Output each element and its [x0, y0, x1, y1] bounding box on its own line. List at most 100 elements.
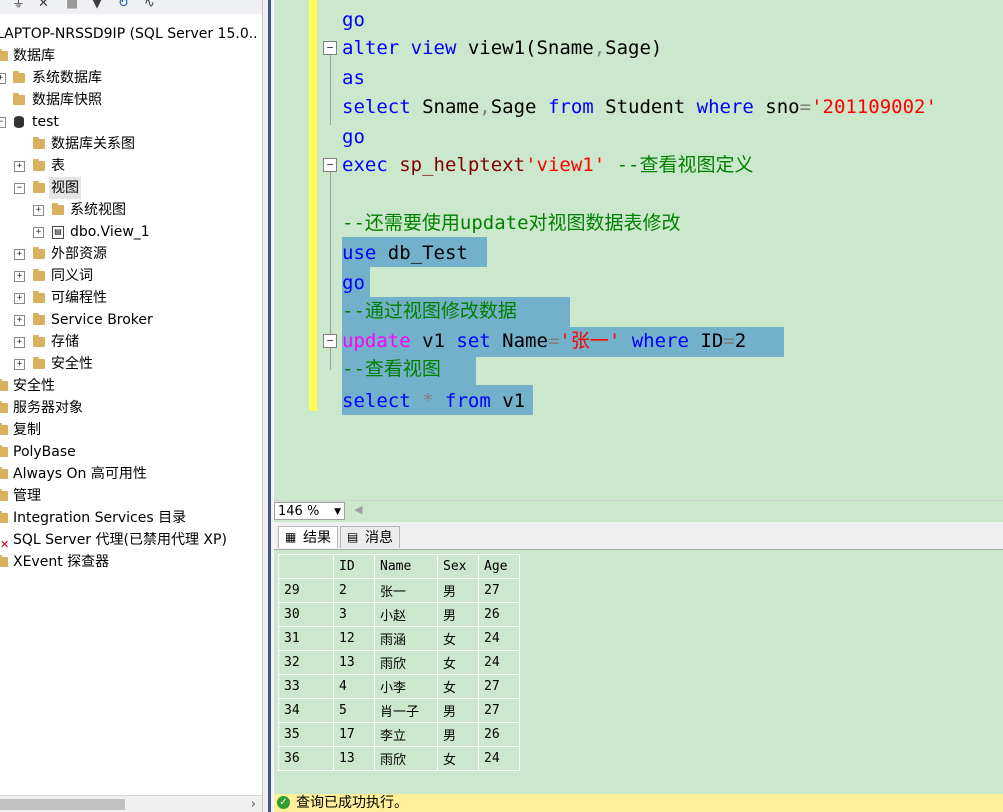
disconnect-icon[interactable]: ✕ — [38, 0, 49, 11]
code-line[interactable]: go — [342, 122, 365, 152]
row-number-cell[interactable]: 33 — [278, 674, 334, 699]
table-cell[interactable]: 雨欣 — [374, 650, 438, 675]
table-cell[interactable]: 27 — [478, 578, 520, 603]
activity-monitor-icon[interactable]: ∿ — [144, 0, 155, 11]
expand-icon[interactable]: + — [33, 205, 44, 216]
refresh-icon[interactable]: ↻ — [118, 0, 129, 11]
table-row[interactable]: 35 17 李立男 26 — [278, 722, 520, 747]
row-number-cell[interactable]: 34 — [278, 698, 334, 723]
table-row[interactable]: 33 4 小李女 27 — [278, 674, 520, 699]
expand-icon[interactable]: + — [0, 73, 6, 84]
column-header[interactable]: Age — [478, 554, 520, 579]
connect-icon[interactable]: ⏚ — [12, 0, 25, 11]
row-number-cell[interactable]: 35 — [278, 722, 334, 747]
column-header[interactable]: ID — [333, 554, 375, 579]
expand-icon[interactable]: + — [14, 315, 25, 326]
table-cell[interactable]: 男 — [437, 722, 479, 747]
table-cell[interactable]: 小李 — [374, 674, 438, 699]
expand-icon[interactable]: + — [14, 337, 25, 348]
code-line[interactable]: exec sp_helptext'view1' --查看视图定义 — [342, 150, 753, 180]
fold-toggle-icon[interactable]: − — [323, 41, 337, 55]
expand-icon[interactable]: + — [14, 359, 25, 370]
collapse-icon[interactable]: − — [0, 117, 6, 128]
table-cell[interactable]: 24 — [478, 626, 520, 651]
table-cell[interactable]: 24 — [478, 650, 520, 675]
table-cell[interactable]: 13 — [333, 650, 375, 675]
table-cell[interactable]: 27 — [478, 674, 520, 699]
table-cell[interactable]: 2 — [333, 578, 375, 603]
zoom-select[interactable]: 146 % ▼ — [274, 502, 345, 520]
row-number-cell[interactable]: 36 — [278, 746, 334, 771]
expand-icon[interactable]: + — [14, 271, 25, 282]
table-cell[interactable]: 女 — [437, 650, 479, 675]
code-line[interactable]: go — [342, 5, 365, 35]
filter-icon[interactable]: ▼ — [92, 0, 102, 11]
dropdown-arrow-icon[interactable]: ▼ — [334, 503, 341, 521]
table-cell[interactable]: 小赵 — [374, 602, 438, 627]
column-header[interactable] — [278, 554, 334, 579]
code-line[interactable]: go — [342, 268, 365, 298]
code-line[interactable]: select Sname,Sage from Student where sno… — [342, 92, 937, 122]
explorer-horizontal-scrollbar[interactable]: › — [0, 795, 262, 812]
table-cell[interactable]: 雨欣 — [374, 746, 438, 771]
table-cell[interactable]: 张一 — [374, 578, 438, 603]
code-line[interactable]: use db_Test — [342, 238, 479, 268]
table-cell[interactable]: 4 — [333, 674, 375, 699]
row-number-cell[interactable]: 30 — [278, 602, 334, 627]
row-number-cell[interactable]: 32 — [278, 650, 334, 675]
table-row[interactable]: 34 5 肖一子男 27 — [278, 698, 520, 723]
code-line[interactable]: alter view view1(Sname,Sage) — [342, 33, 662, 63]
table-cell[interactable]: 肖一子 — [374, 698, 438, 723]
scroll-right-icon[interactable]: › — [251, 796, 256, 812]
results-grid[interactable]: ID Name Sex Age 29 2 张一男 27 30 3 小赵男 26 31 12 雨涵女 24 32… — [278, 554, 520, 771]
code-line[interactable]: --查看视图 — [342, 354, 452, 384]
table-cell[interactable]: 17 — [333, 722, 375, 747]
table-row[interactable]: 31 12 雨涵女 24 — [278, 626, 520, 651]
table-cell[interactable]: 女 — [437, 674, 479, 699]
table-cell[interactable]: 男 — [437, 698, 479, 723]
expand-icon[interactable]: + — [14, 293, 25, 304]
fold-toggle-icon[interactable]: − — [323, 158, 337, 172]
table-cell[interactable]: 女 — [437, 746, 479, 771]
code-line[interactable]: --通过视图修改数据 — [342, 296, 528, 326]
table-row[interactable]: 36 13 雨欣女 24 — [278, 746, 520, 771]
expand-icon[interactable]: + — [14, 161, 25, 172]
table-cell[interactable]: 3 — [333, 602, 375, 627]
collapse-icon[interactable]: − — [14, 183, 25, 194]
expand-icon[interactable]: + — [14, 249, 25, 260]
column-header[interactable]: Sex — [437, 554, 479, 579]
results-grid-pane[interactable]: ID Name Sex Age 29 2 张一男 27 30 3 小赵男 26 31 12 雨涵女 24 32… — [274, 549, 1003, 792]
table-cell[interactable]: 27 — [478, 698, 520, 723]
table-row[interactable]: 30 3 小赵男 26 — [278, 602, 520, 627]
row-number-cell[interactable]: 29 — [278, 578, 334, 603]
table-cell[interactable]: 12 — [333, 626, 375, 651]
scroll-left-icon[interactable]: ◀ — [354, 503, 362, 516]
table-cell[interactable]: 雨涵 — [374, 626, 438, 651]
row-number-cell[interactable]: 31 — [278, 626, 334, 651]
tree-item-label: 安全性 — [13, 378, 55, 394]
table-cell[interactable]: 男 — [437, 578, 479, 603]
code-line[interactable]: as — [342, 63, 365, 93]
table-cell[interactable]: 女 — [437, 626, 479, 651]
tab-results[interactable]: ▦ 结果 — [278, 526, 338, 548]
fold-toggle-icon[interactable]: − — [323, 334, 337, 348]
table-cell[interactable]: 5 — [333, 698, 375, 723]
expand-icon[interactable]: + — [33, 227, 44, 238]
code-line[interactable]: --还需要使用update对视图数据表修改 — [342, 208, 681, 238]
table-cell[interactable]: 24 — [478, 746, 520, 771]
table-cell[interactable]: 李立 — [374, 722, 438, 747]
column-header[interactable]: Name — [374, 554, 438, 579]
table-cell[interactable]: 男 — [437, 602, 479, 627]
table-cell[interactable]: 26 — [478, 722, 520, 747]
code-line[interactable]: select * from v1 — [342, 386, 525, 416]
query-editor[interactable]: − − − go alter view view1(Sname,Sage) as se… — [274, 0, 1003, 500]
table-row[interactable]: 29 2 张一男 27 — [278, 578, 520, 603]
table-cell[interactable]: 13 — [333, 746, 375, 771]
scrollbar-thumb[interactable] — [0, 799, 125, 810]
stop-icon[interactable]: ■ — [66, 0, 78, 11]
tab-messages[interactable]: ▤ 消息 — [340, 526, 400, 548]
code-line[interactable]: update v1 set Name='张一' where ID=2 — [342, 326, 758, 356]
table-cell[interactable]: 26 — [478, 602, 520, 627]
table-row[interactable]: 32 13 雨欣女 24 — [278, 650, 520, 675]
